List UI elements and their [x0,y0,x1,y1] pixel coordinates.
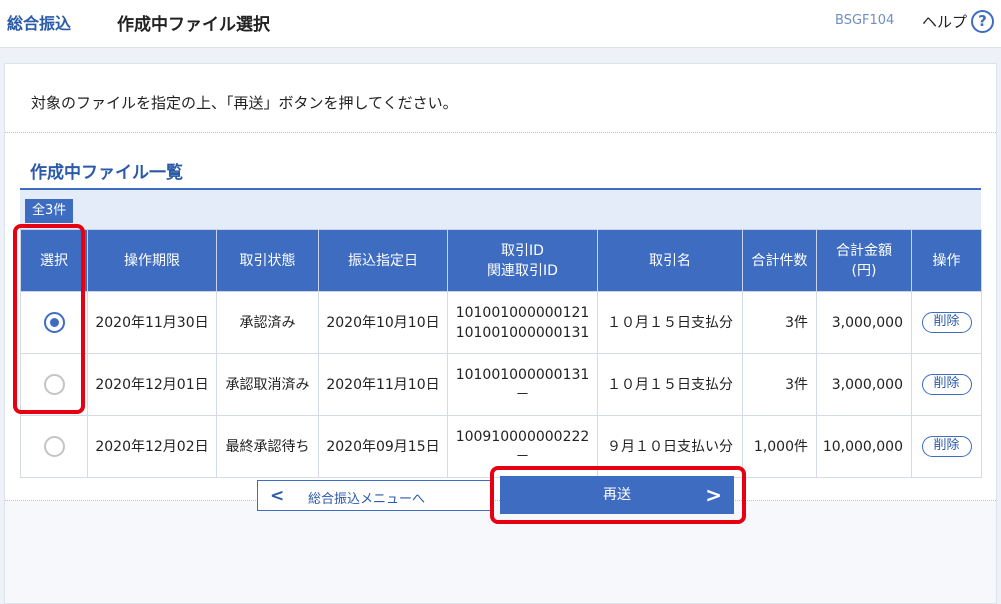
total-count-cell: 1,000件 [742,415,817,478]
select-radio[interactable] [43,436,65,457]
trade-id: 100910000000222 [455,428,590,445]
col-header-transfer-date: 振込指定日 [318,229,448,292]
chevron-left-icon: < [270,486,285,506]
transfer-date-cell: 2020年10月10日 [318,291,448,354]
delete-button[interactable]: 削除 [921,436,972,457]
col-header-trade-id-line1: 取引ID [501,242,544,259]
col-header-deadline: 操作期限 [87,229,217,292]
action-cell: 削除 [911,353,982,416]
screen-id: BSGF104 [835,13,895,28]
status-cell: 承認取消済み [216,353,319,416]
status-cell: 承認済み [216,291,319,354]
transfer-date-cell: 2020年11月10日 [318,353,448,416]
status-cell: 最終承認待ち [216,415,319,478]
deadline-cell: 2020年12月02日 [87,415,217,478]
help-link[interactable]: ヘルプ [922,11,967,32]
service-name: 総合振込 [7,14,72,33]
top-bar: 総合振込 作成中ファイル選択 BSGF104 ヘルプ ? [0,0,1001,48]
col-header-total-amount-line1: 合計金額 [836,242,892,259]
divider [5,132,996,133]
action-cell: 削除 [911,291,982,354]
deadline-cell: 2020年11月30日 [87,291,217,354]
table-row: 2020年12月01日 承認取消済み 2020年11月10日 101001000… [20,353,982,416]
delete-button[interactable]: 削除 [921,312,972,333]
file-table: 選択 操作期限 取引状態 振込指定日 取引ID 関連取引ID 取引名 合計件数 … [20,229,982,478]
col-header-action: 操作 [911,229,982,292]
trade-id: 101001000000121 [455,304,590,321]
related-trade-id: 101001000000131 [455,324,590,341]
count-bar: 全3件 [20,190,981,229]
col-header-total-count: 合計件数 [742,229,817,292]
page-title: 作成中ファイル選択 [117,15,270,35]
total-amount-cell: 10,000,000 [816,415,912,478]
trade-name-cell: １０月１５日支払分 [597,291,743,354]
col-header-total-amount: 合計金額 (円) [816,229,912,292]
instruction-text: 対象のファイルを指定の上、「再送」ボタンを押してください。 [31,94,458,112]
related-trade-id: － [515,448,530,465]
delete-button[interactable]: 削除 [921,374,972,395]
deadline-cell: 2020年12月01日 [87,353,217,416]
highlight-frame-resend [490,466,746,524]
total-count-cell: 3件 [742,353,817,416]
trade-id: 101001000000131 [455,366,590,383]
table-row: 2020年11月30日 承認済み 2020年10月10日 10100100000… [20,291,982,354]
select-cell[interactable] [20,415,88,478]
transfer-date-cell: 2020年09月15日 [318,415,448,478]
trade-name-cell: １０月１５日支払分 [597,353,743,416]
trade-id-cell: 101001000000121 101001000000131 [447,291,598,354]
help-icon[interactable]: ? [971,10,994,33]
col-header-trade-id: 取引ID 関連取引ID [447,229,598,292]
total-count-cell: 3件 [742,291,817,354]
back-to-menu-button[interactable]: < 総合振込メニューへ [257,480,491,511]
action-cell: 削除 [911,415,982,478]
col-header-trade-name: 取引名 [597,229,743,292]
total-amount-cell: 3,000,000 [816,291,912,354]
back-to-menu-label: 総合振込メニューへ [308,492,426,507]
total-amount-cell: 3,000,000 [816,353,912,416]
col-header-trade-id-line2: 関連取引ID [487,262,558,279]
table-header-row: 選択 操作期限 取引状態 振込指定日 取引ID 関連取引ID 取引名 合計件数 … [20,229,982,292]
related-trade-id: － [515,386,530,403]
col-header-total-amount-line2: (円) [851,262,877,279]
col-header-status: 取引状態 [216,229,319,292]
count-badge: 全3件 [25,199,74,223]
trade-id-cell: 101001000000131 － [447,353,598,416]
highlight-frame-select [13,224,85,414]
section-title: 作成中ファイル一覧 [30,163,183,183]
